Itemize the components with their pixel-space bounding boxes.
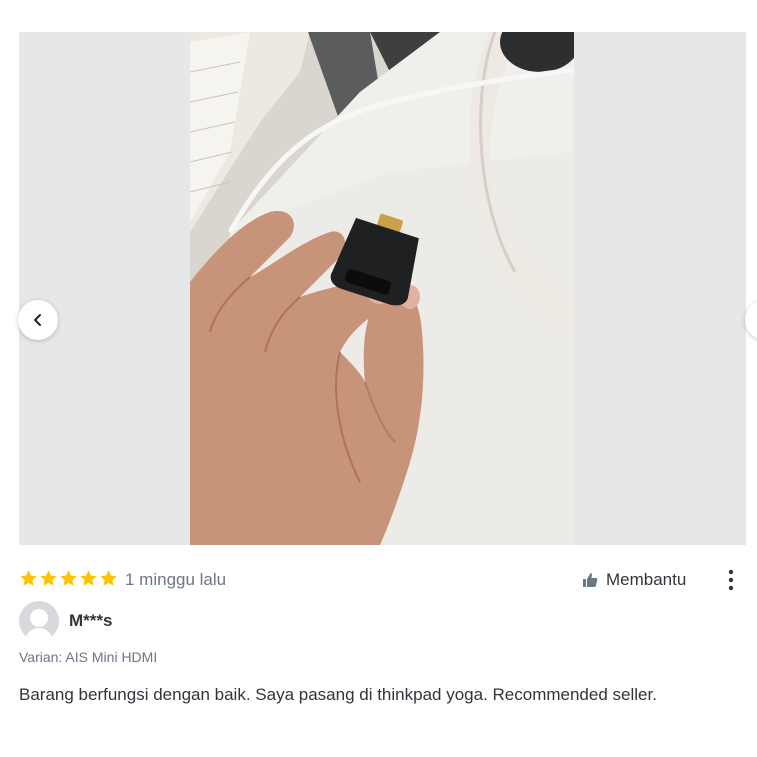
avatar — [19, 601, 59, 641]
thumbs-up-icon — [583, 573, 598, 587]
star-icon — [40, 570, 57, 586]
star-icon — [60, 570, 77, 586]
gallery-prev-button[interactable] — [18, 300, 58, 340]
review-text: Barang berfungsi dengan baik. Saya pasan… — [19, 685, 657, 704]
helpful-label: Membantu — [606, 570, 687, 589]
review-photo[interactable] — [190, 32, 574, 545]
reviewer-info: M***s — [19, 601, 112, 641]
more-vertical-icon — [728, 569, 734, 591]
star-icon — [20, 570, 37, 586]
reviewer-name: M***s — [69, 611, 113, 630]
user-silhouette-icon — [19, 601, 59, 641]
more-options-button[interactable] — [719, 568, 743, 592]
review-time: 1 minggu lalu — [125, 570, 227, 589]
helpful-button[interactable]: Membantu — [582, 568, 686, 592]
review-media-gallery — [18, 32, 757, 545]
rating-stars — [19, 569, 118, 588]
star-icon — [100, 570, 117, 586]
chevron-left-icon — [34, 314, 41, 326]
star-icon — [80, 570, 97, 586]
gallery-next-button[interactable] — [745, 300, 757, 340]
review-meta-row: 1 minggu lalu Membantu — [19, 568, 746, 592]
product-variant: Varian: AIS Mini HDMI — [19, 649, 158, 665]
